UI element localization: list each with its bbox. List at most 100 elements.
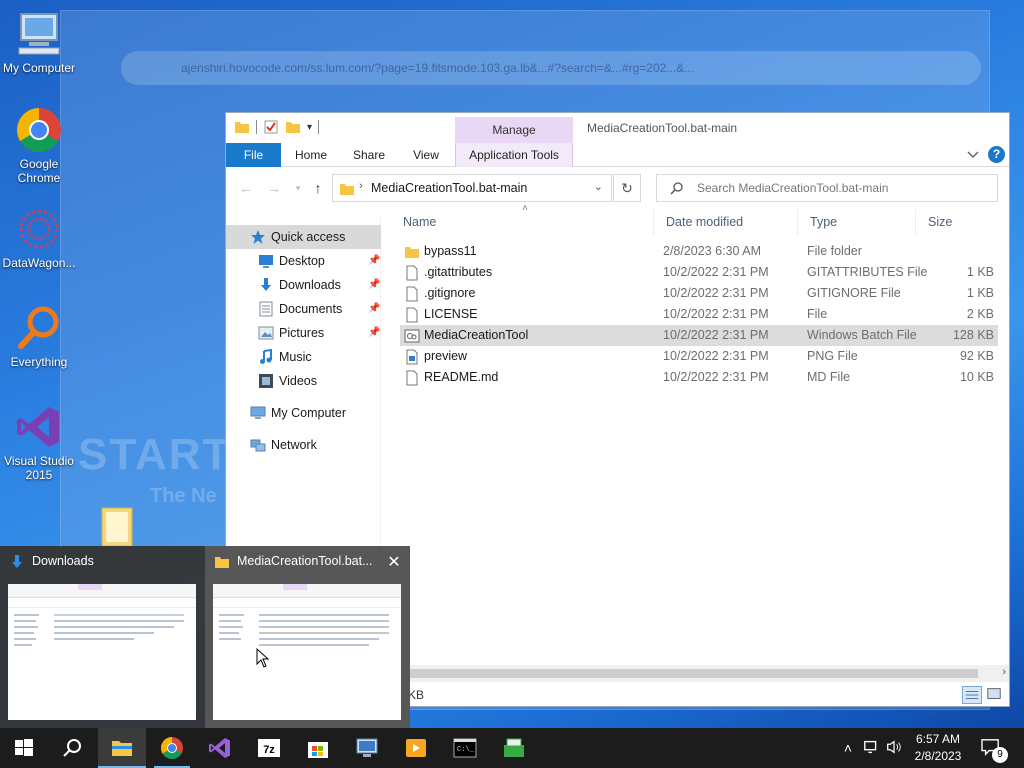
taskbar-network-tool[interactable] <box>490 728 538 768</box>
file-row[interactable]: .gitignore 10/2/2022 2:31 PM GITIGNORE F… <box>400 283 998 304</box>
window-title: MediaCreationTool.bat-main <box>587 121 738 135</box>
large-icons-view-icon[interactable] <box>985 686 1005 704</box>
preview-title: MediaCreationTool.bat... <box>237 554 373 568</box>
clock-date: 2/8/2023 <box>914 749 962 763</box>
ribbon-tabs: File Home Share View Application Tools ? <box>226 143 1009 167</box>
media-player-icon <box>406 739 426 757</box>
customize-toolbar-icon[interactable]: ▾ <box>307 122 312 133</box>
address-bar[interactable]: › MediaCreationTool.bat-main ⌄ <box>332 174 612 202</box>
horizontal-scrollbar[interactable]: › <box>406 665 1009 682</box>
chevron-down-icon[interactable] <box>967 148 979 160</box>
file-row[interactable]: .gitattributes 10/2/2022 2:31 PM GITATTR… <box>400 262 998 283</box>
volume-icon[interactable] <box>884 738 904 758</box>
preview-mediacreationtool-window[interactable]: MediaCreationTool.bat... ✕ <box>205 546 410 728</box>
pin-icon[interactable]: 📌 <box>368 274 380 296</box>
nav-item-pictures[interactable]: Pictures 📌 <box>258 322 380 344</box>
desktop-icon-my-computer[interactable]: My Computer <box>0 10 78 75</box>
taskbar-store[interactable] <box>294 728 342 768</box>
breadcrumb-current[interactable]: MediaCreationTool.bat-main <box>371 181 527 195</box>
nav-item-downloads[interactable]: Downloads 📌 <box>258 274 380 296</box>
file-row[interactable]: LICENSE 10/2/2022 2:31 PM File 2 KB <box>400 304 998 325</box>
taskbar-chrome[interactable] <box>148 728 196 768</box>
nav-item-desktop[interactable]: Desktop 📌 <box>258 250 380 272</box>
pin-icon[interactable]: 📌 <box>368 298 380 320</box>
taskbar-visual-studio[interactable] <box>196 728 244 768</box>
column-header-type[interactable]: Type <box>797 209 915 235</box>
search-input[interactable]: Search MediaCreationTool.bat-main <box>656 174 998 202</box>
taskbar-remote-desktop[interactable] <box>343 728 391 768</box>
7zip-icon: 7z <box>258 739 280 757</box>
file-icon <box>406 286 418 302</box>
column-header-size[interactable]: Size <box>915 209 1001 235</box>
column-header-name[interactable]: Name <box>391 209 653 235</box>
new-folder-icon[interactable] <box>285 119 301 135</box>
start-icon <box>15 739 33 756</box>
taskbar-thumbnail-previews: Downloads MediaCreationTool.bat... ✕ <box>0 546 410 728</box>
tab-view[interactable]: View <box>404 143 448 167</box>
clock-time: 6:57 AM <box>915 732 961 746</box>
folder-icon <box>405 247 419 258</box>
desktop-icon <box>259 255 273 268</box>
start-button[interactable] <box>0 728 48 768</box>
file-row[interactable]: README.md 10/2/2022 2:31 PM MD File 10 K… <box>400 367 998 388</box>
search-icon <box>670 182 683 195</box>
downloads-icon <box>12 555 22 568</box>
network-status-icon[interactable] <box>862 738 882 758</box>
system-clock[interactable]: 6:57 AM 2/8/2023 <box>908 731 968 765</box>
folder-icon[interactable] <box>234 119 250 135</box>
network-icon <box>250 439 266 452</box>
desktop-folder-icon[interactable] <box>100 506 134 548</box>
file-row[interactable]: preview 10/2/2022 2:31 PM PNG File 92 KB <box>400 346 998 367</box>
preview-downloads-window[interactable]: Downloads <box>0 546 204 728</box>
nav-quick-access[interactable]: Quick access <box>250 226 370 248</box>
taskbar-file-explorer[interactable] <box>98 728 146 768</box>
desktop-icon-visual-studio[interactable]: Visual Studio 2015 <box>0 403 78 482</box>
file-row-selected[interactable]: MediaCreationTool 10/2/2022 2:31 PM Wind… <box>400 325 998 346</box>
nav-my-computer[interactable]: My Computer <box>250 402 380 424</box>
pin-icon[interactable]: 📌 <box>368 250 380 272</box>
tab-file[interactable]: File <box>226 143 281 167</box>
forward-arrow-icon[interactable]: → <box>266 180 282 196</box>
recent-locations-icon[interactable]: ▾ <box>290 180 306 196</box>
desktop-icon-chrome[interactable]: Google Chrome <box>0 106 78 185</box>
address-dropdown-icon[interactable]: ⌄ <box>594 180 603 193</box>
back-arrow-icon[interactable]: ← <box>238 180 254 196</box>
svg-text:7z: 7z <box>263 744 275 756</box>
nav-item-videos[interactable]: Videos <box>258 370 380 392</box>
tab-application-tools[interactable]: Application Tools <box>455 143 573 167</box>
refresh-button[interactable]: ↻ <box>613 174 641 202</box>
pin-icon[interactable]: 📌 <box>368 322 380 344</box>
column-header-date[interactable]: Date modified <box>653 209 797 235</box>
properties-icon[interactable] <box>263 119 279 135</box>
everything-search-icon <box>15 304 63 352</box>
scroll-right-icon[interactable]: › <box>1002 666 1006 678</box>
search-button[interactable] <box>48 728 96 768</box>
nav-item-documents[interactable]: Documents 📌 <box>258 298 380 320</box>
file-explorer-icon <box>112 741 132 756</box>
datawagon-icon <box>15 205 63 253</box>
nav-item-music[interactable]: Music <box>258 346 380 368</box>
nav-network[interactable]: Network <box>250 434 380 456</box>
column-headers: Name Date modified Type Size <box>391 209 1001 235</box>
show-hidden-icons-icon[interactable]: ˄ <box>838 738 858 758</box>
taskbar-media-player[interactable] <box>392 728 440 768</box>
terminal-icon: C:\_ <box>453 738 477 758</box>
file-row[interactable]: bypass11 2/8/2023 6:30 AM File folder <box>400 241 998 262</box>
tab-share[interactable]: Share <box>346 143 392 167</box>
desktop-icon-datawagon[interactable]: DataWagon... <box>0 205 78 270</box>
help-icon[interactable]: ? <box>988 146 1005 163</box>
preview-thumbnail <box>8 584 196 720</box>
tab-home[interactable]: Home <box>288 143 334 167</box>
desktop-icon-everything[interactable]: Everything <box>0 304 78 369</box>
breadcrumb-chevron-icon[interactable]: › <box>359 180 363 192</box>
taskbar-terminal[interactable]: C:\_ <box>441 728 489 768</box>
up-arrow-icon[interactable]: ↑ <box>310 180 326 196</box>
close-icon[interactable]: ✕ <box>386 552 402 572</box>
details-view-icon[interactable] <box>962 686 982 704</box>
scrollbar-thumb[interactable] <box>408 669 978 678</box>
tab-manage[interactable]: Manage <box>455 117 573 143</box>
mouse-cursor-icon <box>256 648 270 668</box>
computer-icon <box>15 10 63 58</box>
taskbar-7zip[interactable]: 7z <box>245 728 293 768</box>
title-bar[interactable]: ▾ Manage MediaCreationTool.bat-main <box>226 113 1009 143</box>
